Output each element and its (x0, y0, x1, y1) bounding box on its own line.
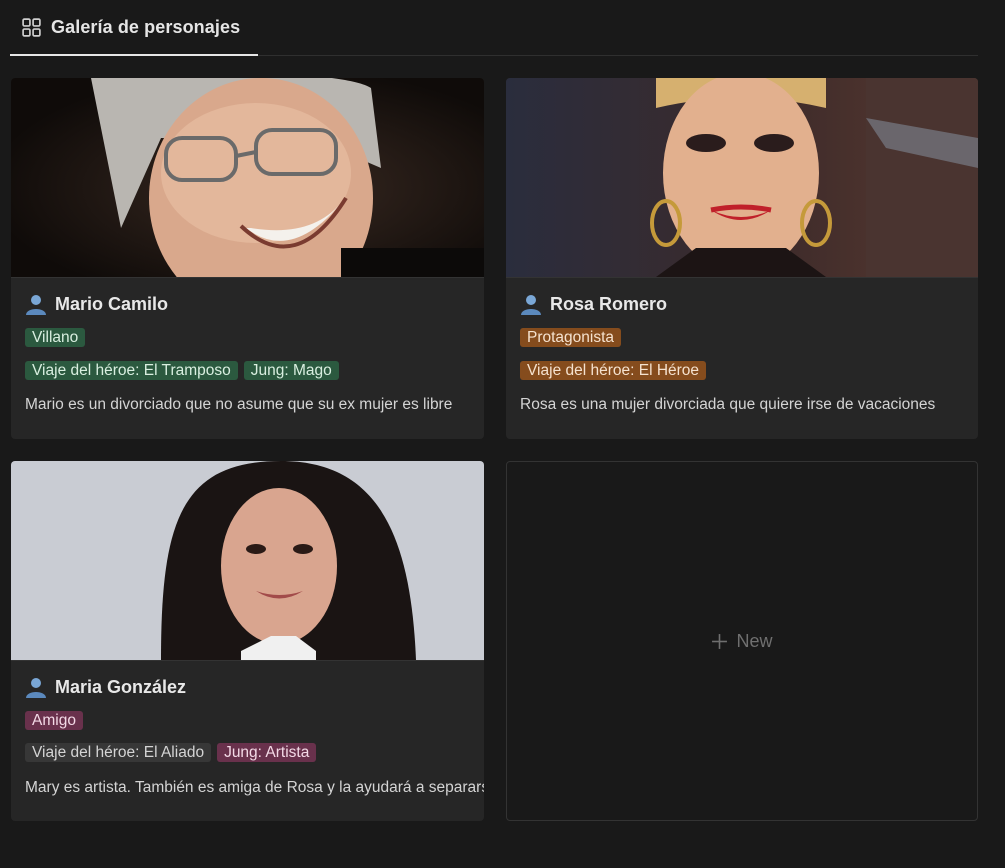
role-property: Protagonista (520, 328, 622, 347)
new-card-content: New (711, 630, 773, 652)
archetype-property: Viaje del héroe: El Tramposo Jung: Mago (25, 361, 339, 380)
card-title: Mario Camilo (55, 293, 169, 314)
view-tabbar: Galería de personajes (10, 0, 978, 56)
card-body: Maria González Amigo Viaje del héroe: El… (11, 660, 484, 821)
role-tag: Amigo (25, 711, 83, 730)
gallery-grid-icon (22, 17, 41, 37)
card-body: Rosa Romero Protagonista Viaje del héroe… (506, 277, 978, 439)
role-property: Amigo (25, 711, 83, 730)
jung-tag: Jung: Mago (243, 361, 339, 380)
card-cover-image (506, 78, 978, 277)
card-description: Rosa es una mujer divorciada que quiere … (520, 396, 936, 413)
role-tag: Villano (25, 328, 86, 347)
archetype-tag: Viaje del héroe: El Tramposo (25, 361, 238, 380)
card-description: Mario es un divorciado que no asume que … (25, 396, 453, 413)
gallery-card-maria-gonzalez[interactable]: Maria González Amigo Viaje del héroe: El… (11, 461, 484, 821)
archetype-tag: Viaje del héroe: El Aliado (25, 743, 212, 762)
gallery-card-rosa-romero[interactable]: Rosa Romero Protagonista Viaje del héroe… (506, 78, 978, 439)
person-icon (521, 295, 541, 315)
person-icon (26, 295, 46, 315)
archetype-property: Viaje del héroe: El Aliado Jung: Artista (25, 743, 317, 762)
card-title-row: Rosa Romero (519, 292, 667, 316)
card-body: Mario Camilo Villano Viaje del héroe: El… (11, 277, 484, 439)
archetype-property: Viaje del héroe: El Héroe (520, 361, 707, 380)
new-card-button[interactable]: New (506, 461, 978, 821)
gallery-card-mario-camilo[interactable]: Mario Camilo Villano Viaje del héroe: El… (11, 78, 484, 439)
card-cover-image (11, 461, 484, 660)
plus-icon (712, 633, 728, 649)
card-title-row: Maria González (24, 675, 186, 699)
tab-galeria-de-personajes[interactable]: Galería de personajes (10, 0, 258, 56)
card-description: Mary es artista. También es amiga de Ros… (25, 779, 484, 796)
card-title-row: Mario Camilo (24, 292, 168, 316)
archetype-tag: Viaje del héroe: El Héroe (520, 361, 707, 380)
jung-tag: Jung: Artista (217, 743, 317, 762)
new-card-label: New (736, 630, 773, 651)
role-property: Villano (25, 328, 86, 347)
tab-label: Galería de personajes (51, 16, 241, 37)
role-tag: Protagonista (520, 328, 622, 347)
card-cover-image (11, 78, 484, 277)
person-icon (26, 678, 46, 698)
card-title: Maria González (55, 676, 187, 697)
card-title: Rosa Romero (550, 293, 668, 314)
